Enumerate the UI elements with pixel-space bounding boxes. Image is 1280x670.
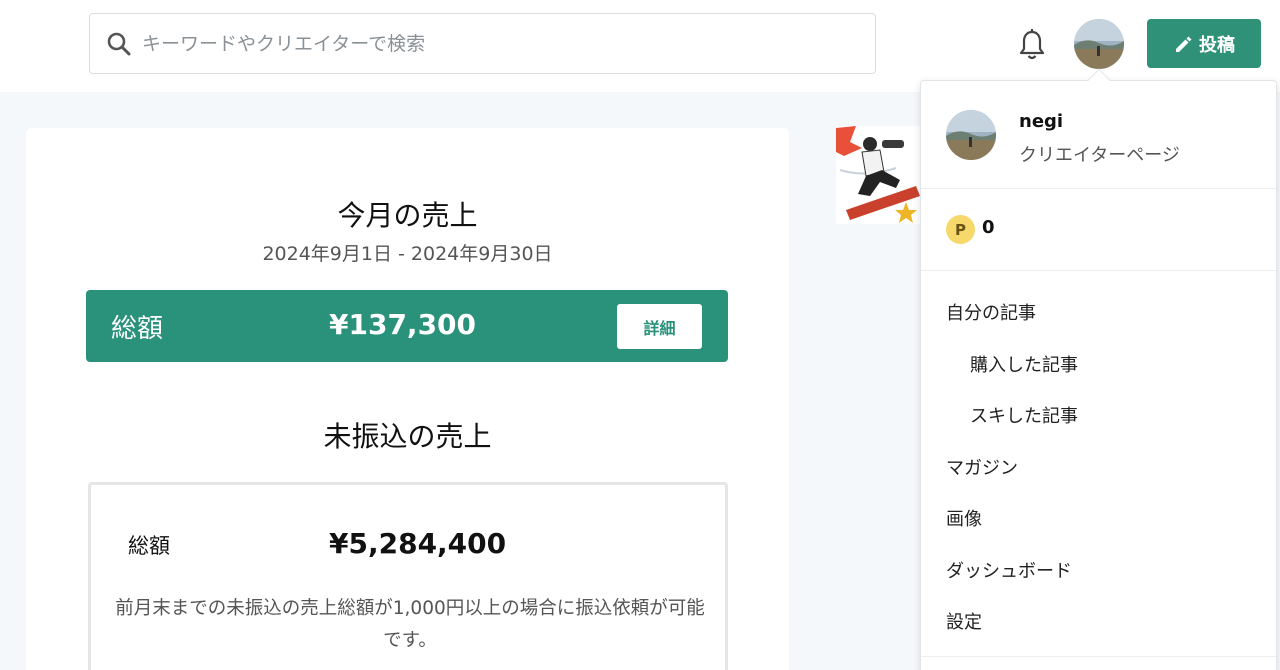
account-dropdown: negi クリエイターページ P 0 自分の記事 購入した記事 スキした記事 マ… xyxy=(920,68,1277,670)
dropdown-points[interactable]: P 0 xyxy=(921,189,1276,271)
monthly-total-label: 総額 xyxy=(111,314,164,344)
post-button-label: 投稿 xyxy=(1199,34,1235,56)
menu-item-magazines[interactable]: マガジン xyxy=(946,454,1018,480)
creator-page-link[interactable]: クリエイターページ xyxy=(1019,141,1180,167)
bell-icon[interactable] xyxy=(1018,28,1046,62)
menu-item-settings[interactable]: 設定 xyxy=(946,608,982,634)
search-box[interactable] xyxy=(89,13,876,74)
dropdown-divider xyxy=(921,656,1276,657)
pencil-icon xyxy=(1176,36,1192,52)
unpaid-note: 前月末までの未振込の売上総額が1,000円以上の場合に振込依頼が可能です。 xyxy=(115,598,705,651)
menu-item-purchased-articles[interactable]: 購入した記事 xyxy=(970,351,1078,377)
menu-item-my-articles[interactable]: 自分の記事 xyxy=(946,299,1036,325)
avatar-image xyxy=(1074,19,1124,69)
post-button[interactable]: 投稿 xyxy=(1147,19,1261,68)
monthly-sales-title: 今月の売上 xyxy=(337,199,478,232)
menu-item-images[interactable]: 画像 xyxy=(946,505,982,531)
points-value: 0 xyxy=(982,217,995,238)
unpaid-total-amount: ¥5,284,400 xyxy=(329,527,507,560)
sales-card: 今月の売上 2024年9月1日 - 2024年9月30日 総額 ¥137,300… xyxy=(26,128,789,670)
monthly-total-amount: ¥137,300 xyxy=(329,308,477,341)
search-input[interactable] xyxy=(142,23,822,64)
menu-item-dashboard[interactable]: ダッシュボード xyxy=(946,557,1072,583)
menu-item-liked-articles[interactable]: スキした記事 xyxy=(970,402,1078,428)
dropdown-user-name: negi xyxy=(1019,111,1064,132)
unpaid-total-label: 総額 xyxy=(128,534,170,558)
dropdown-avatar xyxy=(946,110,996,160)
dropdown-avatar-image xyxy=(946,110,996,160)
point-coin-icon: P xyxy=(946,215,975,244)
search-icon xyxy=(107,32,131,55)
illustration-image xyxy=(836,126,926,224)
detail-button[interactable]: 詳細 xyxy=(617,304,702,349)
dropdown-user-profile[interactable]: negi クリエイターページ xyxy=(921,81,1276,189)
unpaid-sales-title: 未振込の売上 xyxy=(323,420,492,453)
banner-illustration[interactable] xyxy=(836,126,926,224)
monthly-total-bar: 総額 ¥137,300 詳細 xyxy=(86,290,728,362)
unpaid-sales-box: 総額 ¥5,284,400 前月末までの未振込の売上総額が1,000円以上の場合… xyxy=(88,482,728,670)
avatar[interactable] xyxy=(1074,19,1124,69)
monthly-date-range: 2024年9月1日 - 2024年9月30日 xyxy=(262,243,553,265)
